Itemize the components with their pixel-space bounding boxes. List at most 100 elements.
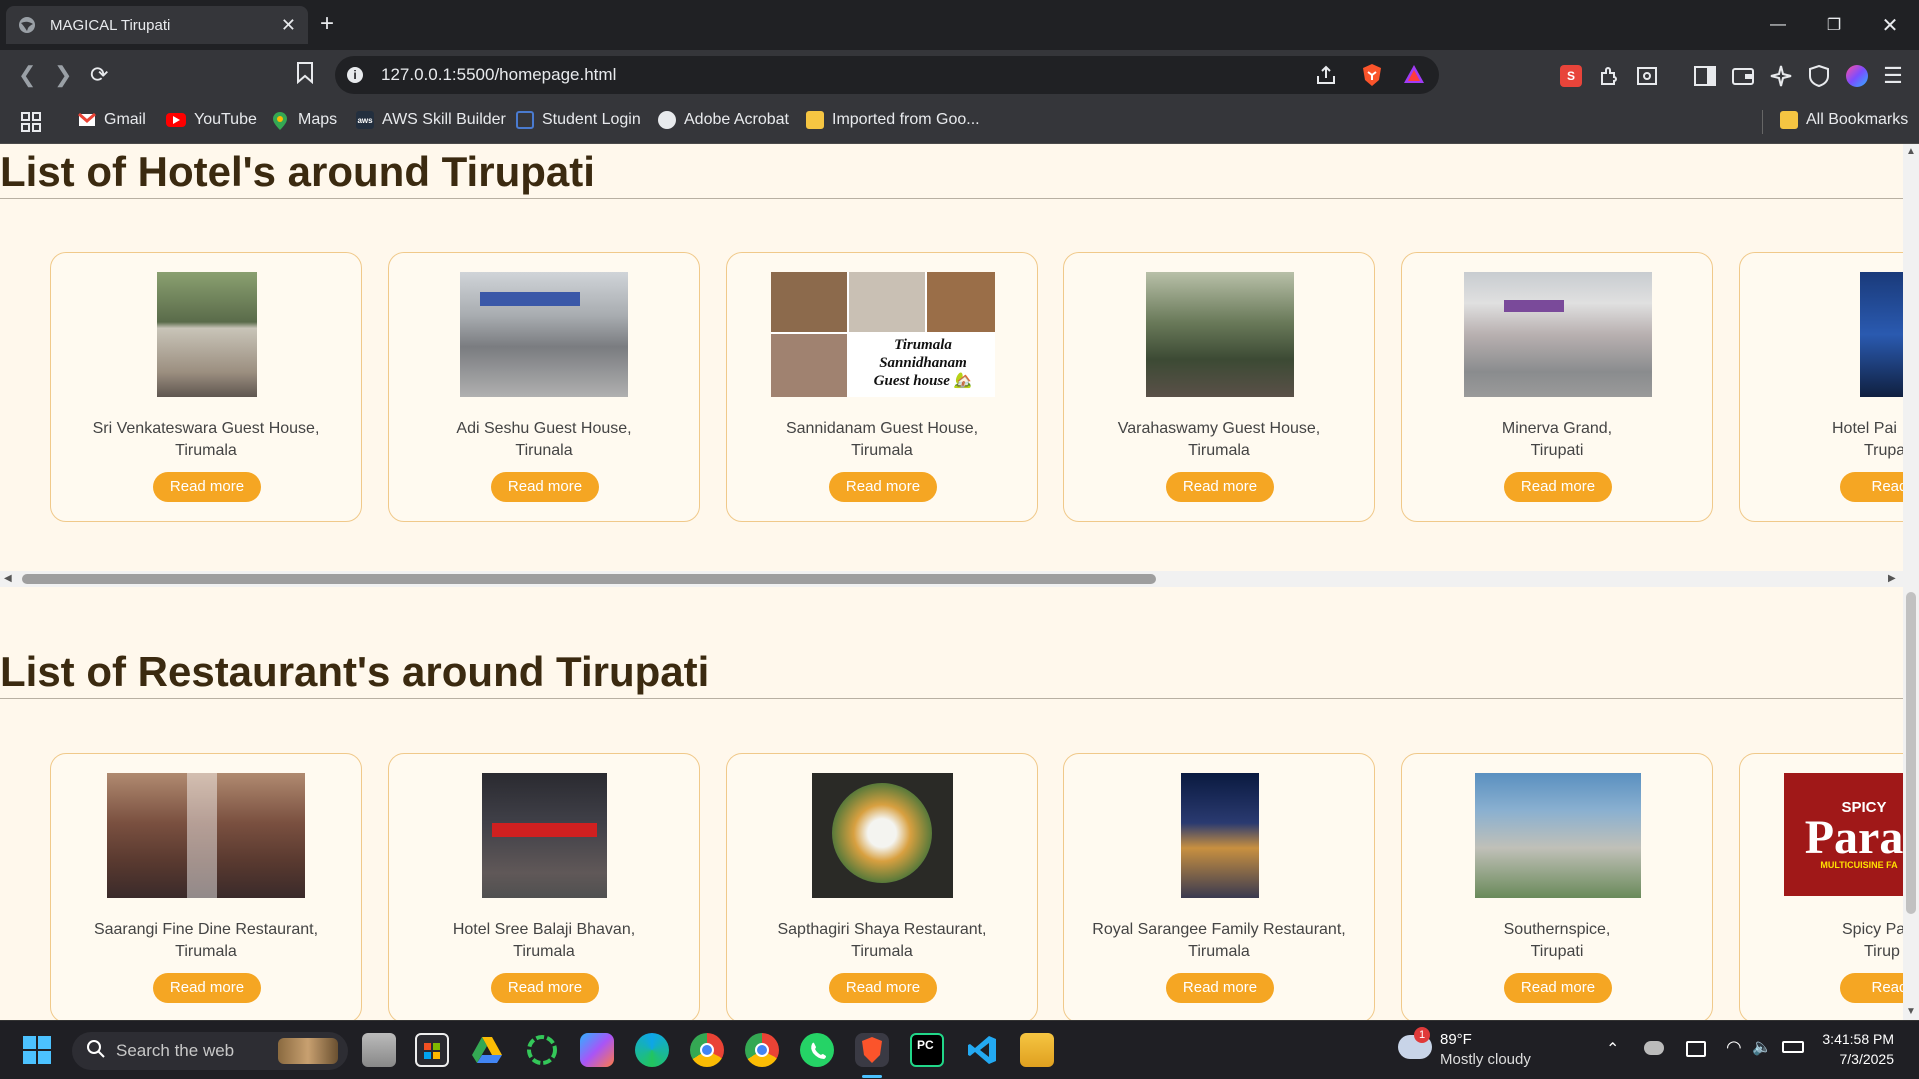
read-more-button[interactable]: Read r [1840, 472, 1903, 502]
clock-time[interactable]: 3:41:58 PM [1822, 1031, 1894, 1047]
scroll-down-arrow-icon[interactable]: ▼ [1906, 1006, 1916, 1017]
bookmark-aws[interactable]: aws AWS Skill Builder [356, 111, 506, 129]
scroll-up-arrow-icon[interactable]: ▲ [1906, 146, 1916, 157]
extensions-puzzle-icon[interactable] [1598, 65, 1620, 87]
scroll-left-arrow-icon[interactable]: ◀ [4, 573, 12, 584]
bookmark-adobe-acrobat[interactable]: Adobe Acrobat [658, 111, 789, 129]
forward-icon[interactable]: ❯ [54, 62, 72, 88]
copilot-icon[interactable] [580, 1033, 614, 1067]
hotels-horizontal-scrollbar[interactable]: ◀ ▶ [0, 571, 1903, 587]
weather-temp: 89°F [1440, 1031, 1472, 1048]
read-more-button[interactable]: Read more [829, 472, 937, 502]
share-icon[interactable] [1315, 64, 1337, 91]
restaurant-card: Hotel Sree Balaji Bhavan, Tirumala Read m… [388, 753, 700, 1020]
sidebar-icon[interactable] [1694, 65, 1716, 87]
page-vertical-scrollbar[interactable]: ▲ ▼ [1903, 144, 1919, 1020]
folder-icon [806, 111, 824, 129]
edge-icon[interactable] [635, 1033, 669, 1067]
bookmark-folder-imported[interactable]: Imported from Goo... [806, 111, 980, 129]
restaurant-card-partial: SPICY Para MULTICUISINE FA Spicy Pa Tirup… [1739, 753, 1903, 1020]
restaurant-sign: SPICY Para MULTICUISINE FA [1784, 773, 1903, 896]
bookmark-divider [1762, 110, 1763, 134]
gmail-icon [78, 111, 96, 129]
restaurant-card: Sapthagiri Shaya Restaurant, Tirumala Rea… [726, 753, 1038, 1020]
read-more-button[interactable]: Read more [829, 973, 937, 1003]
brave-browser-icon[interactable] [855, 1033, 889, 1067]
google-drive-icon[interactable] [470, 1033, 504, 1067]
screenshot-icon[interactable] [1636, 65, 1658, 87]
bookmark-youtube[interactable]: YouTube [166, 111, 257, 129]
restaurant-name: Saarangi Fine Dine Restaurant, Tirumala [93, 921, 319, 960]
bookmark-page-icon[interactable] [296, 62, 314, 90]
search-highlight-image [278, 1038, 338, 1064]
brave-shields-icon[interactable] [1361, 63, 1383, 92]
read-more-button[interactable]: Read more [153, 472, 261, 502]
bookmark-student-login[interactable]: Student Login [516, 111, 641, 129]
hotel-card: Minerva Grand, Tirupati Read more [1401, 252, 1713, 522]
read-more-button[interactable]: Read more [1166, 973, 1274, 1003]
menu-icon[interactable]: ☰ [1882, 63, 1904, 88]
restaurant-photo [1475, 773, 1641, 898]
folder-icon [1780, 111, 1798, 129]
bookmark-gmail[interactable]: Gmail [78, 111, 146, 129]
read-more-button[interactable]: Read more [1504, 973, 1612, 1003]
scrollbar-thumb[interactable] [22, 574, 1156, 584]
read-more-button[interactable]: Read more [491, 973, 599, 1003]
read-more-button[interactable]: Read r [1840, 973, 1903, 1003]
loading-ring-icon[interactable] [525, 1033, 559, 1067]
display-icon[interactable] [1686, 1041, 1706, 1057]
whatsapp-icon[interactable] [800, 1033, 834, 1067]
restaurant-name: Hotel Sree Balaji Bhavan, Tirumala [452, 921, 636, 960]
vpn-shield-icon[interactable] [1808, 65, 1830, 87]
vscode-icon[interactable] [965, 1033, 999, 1067]
restaurant-photo [482, 773, 607, 898]
chrome-icon[interactable] [690, 1033, 724, 1067]
close-tab-icon[interactable]: ✕ [281, 15, 296, 36]
wallet-icon[interactable] [1732, 65, 1754, 87]
microsoft-store-icon[interactable] [415, 1033, 449, 1067]
task-view-icon[interactable] [362, 1033, 396, 1067]
back-icon[interactable]: ❮ [18, 62, 36, 88]
hotel-name: Sannidanam Guest House, Tirumala [785, 420, 979, 459]
leo-ai-icon[interactable] [1770, 65, 1792, 87]
show-hidden-icons[interactable]: ⌃ [1606, 1039, 1619, 1059]
read-more-button[interactable]: Read more [153, 973, 261, 1003]
bookmarks-bar: Gmail YouTube Maps aws AWS Skill Builder … [0, 100, 1919, 144]
hotel-card: Adi Seshu Guest House, Tirunala Read more [388, 252, 700, 522]
scrollbar-thumb[interactable] [1906, 592, 1916, 914]
maps-pin-icon [272, 111, 290, 130]
pycharm-icon[interactable]: PC [910, 1033, 944, 1067]
brave-rewards-icon[interactable] [1403, 64, 1425, 89]
clock-date[interactable]: 7/3/2025 [1822, 1051, 1895, 1067]
all-bookmarks-folder[interactable]: All Bookmarks [1780, 111, 1908, 129]
youtube-icon [166, 113, 186, 127]
chrome-profile-icon[interactable] [745, 1033, 779, 1067]
close-window-button[interactable]: ✕ [1862, 0, 1918, 50]
profile-avatar-icon[interactable] [1846, 65, 1868, 87]
battery-icon[interactable] [1782, 1041, 1804, 1053]
read-more-button[interactable]: Read more [1166, 472, 1274, 502]
reload-icon[interactable]: ⟳ [90, 62, 108, 88]
extension-red-icon[interactable]: S [1560, 65, 1582, 87]
globe-icon [18, 16, 36, 34]
browser-tab[interactable]: MAGICAL Tirupati ✕ [6, 6, 308, 44]
onedrive-icon[interactable] [1644, 1041, 1664, 1055]
read-more-button[interactable]: Read more [1504, 472, 1612, 502]
taskbar-search[interactable]: Search the web [72, 1032, 348, 1070]
address-bar[interactable]: i 127.0.0.1:5500/homepage.html [335, 56, 1439, 94]
wifi-icon[interactable]: ◠ [1726, 1037, 1742, 1058]
scroll-right-arrow-icon[interactable]: ▶ [1888, 573, 1896, 584]
bookmark-maps[interactable]: Maps [272, 111, 337, 130]
new-tab-button[interactable]: + [320, 10, 334, 38]
site-info-icon[interactable]: i [347, 67, 363, 83]
hotels-heading: List of Hotel's around Tirupati [0, 148, 1903, 199]
browser-toolbar: ❮ ❯ ⟳ i 127.0.0.1:5500/homepage.html S ☰ [0, 50, 1919, 100]
restore-button[interactable]: ❐ [1806, 0, 1862, 50]
apps-grid-icon[interactable] [20, 111, 42, 133]
hotel-card: Tirumala Sannidhanam Guest house 🏡 Sannida… [726, 252, 1038, 522]
minimize-button[interactable]: — [1750, 0, 1806, 50]
read-more-button[interactable]: Read more [491, 472, 599, 502]
file-explorer-icon[interactable] [1020, 1033, 1054, 1067]
volume-icon[interactable]: 🔈 [1752, 1037, 1772, 1057]
windows-start-icon[interactable] [22, 1035, 52, 1065]
